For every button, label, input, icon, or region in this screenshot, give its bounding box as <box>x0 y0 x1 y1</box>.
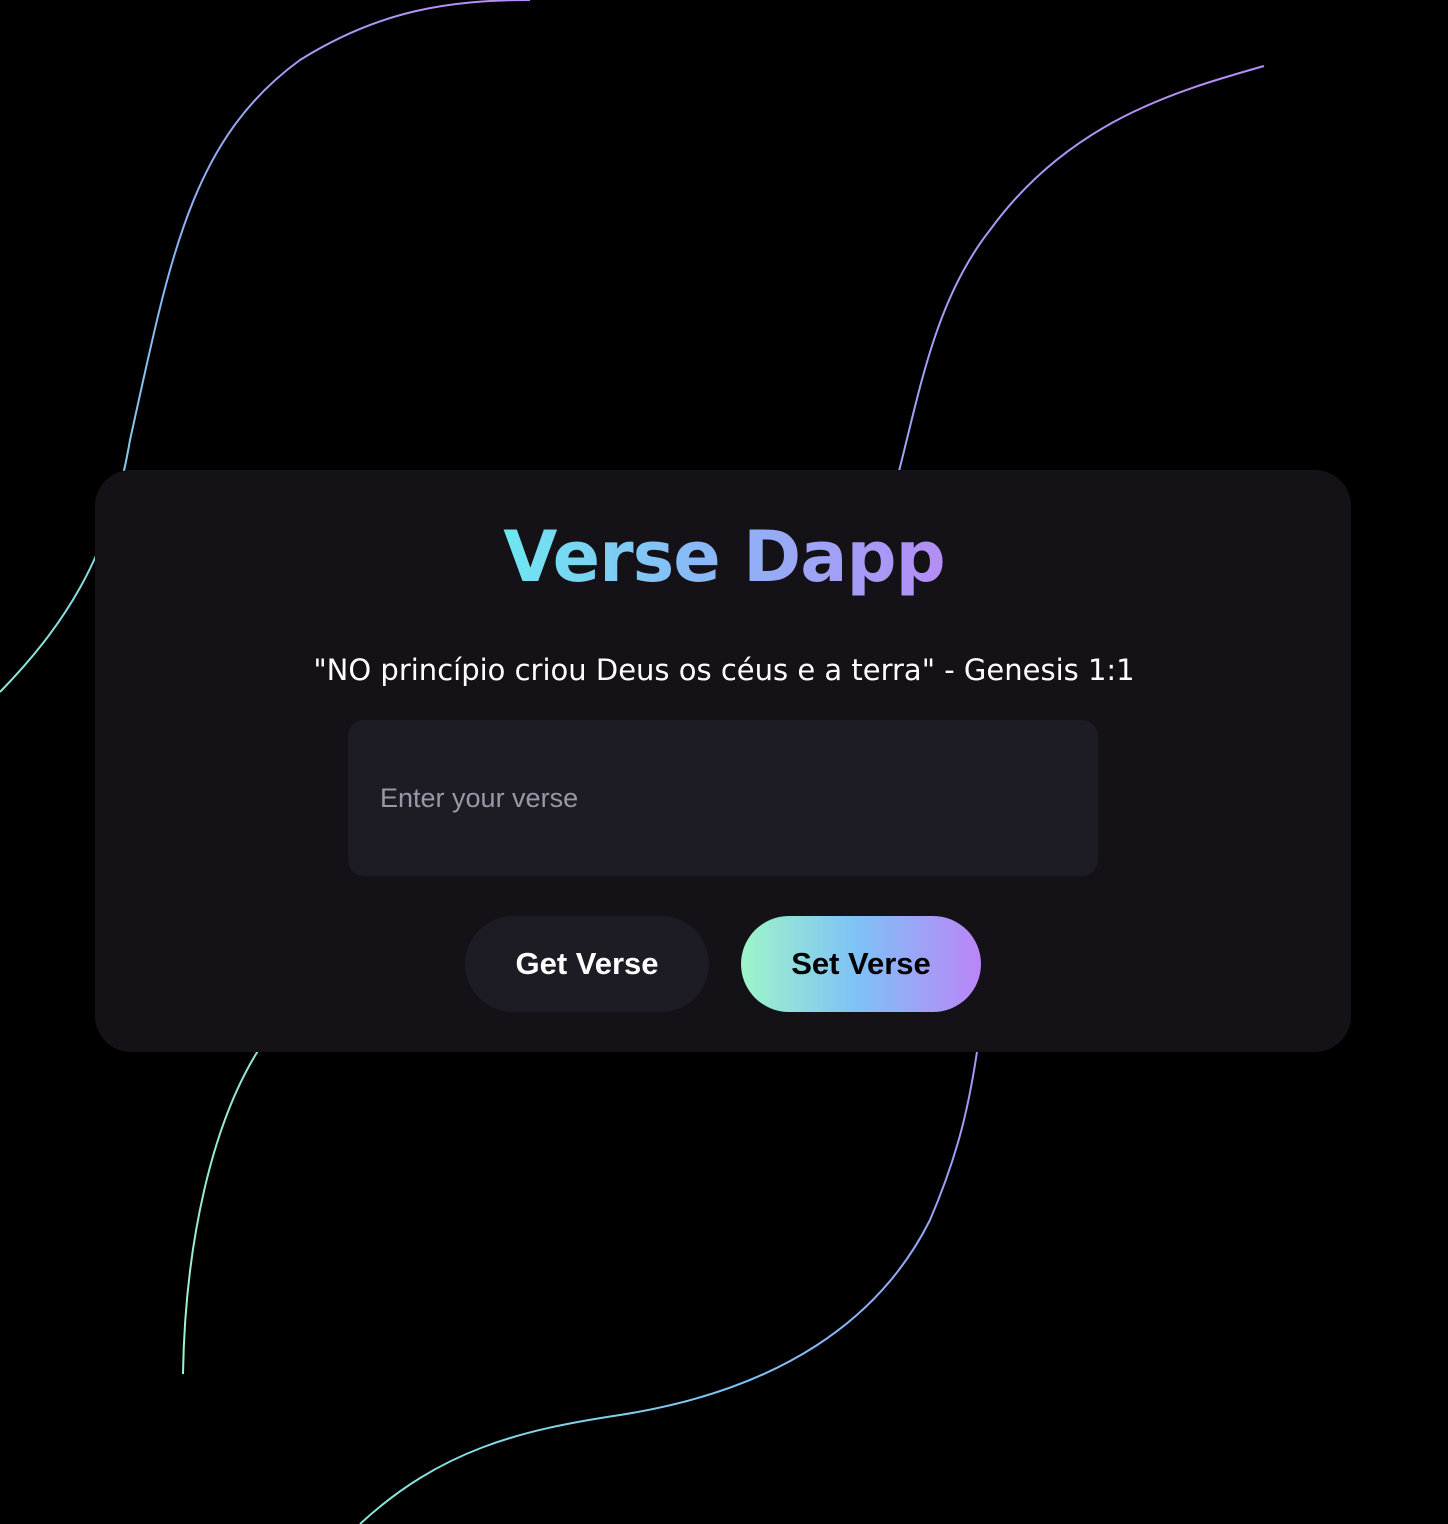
verse-input[interactable] <box>348 720 1098 876</box>
current-verse-text: "NO princípio criou Deus os céus e a ter… <box>313 653 1135 687</box>
wave-line-lower-left <box>182 1039 266 1375</box>
app-title-text: Verse Dapp <box>503 516 945 598</box>
set-verse-button[interactable]: Set Verse <box>741 916 981 1012</box>
get-verse-button[interactable]: Get Verse <box>465 916 709 1012</box>
wave-line-lower-right <box>359 1044 979 1524</box>
wave-line-upper-right <box>897 65 1265 476</box>
app-title: Verse Dapp <box>0 512 1448 602</box>
